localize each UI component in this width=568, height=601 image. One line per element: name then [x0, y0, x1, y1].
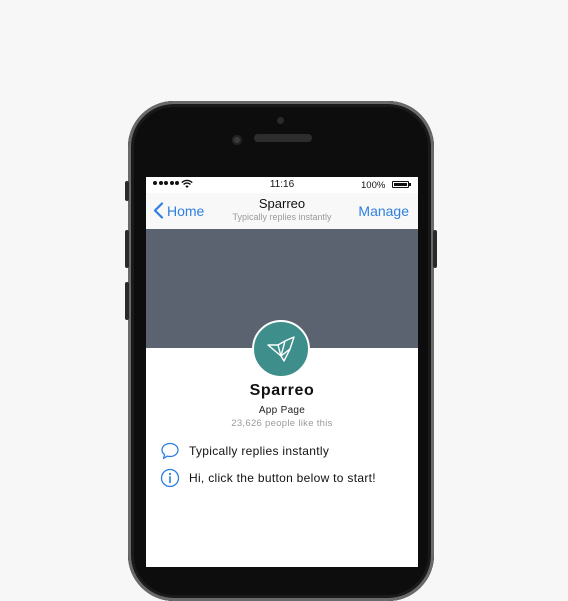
info-row-greeting: Hi, click the button below to start!	[160, 468, 376, 488]
page-type: App Page	[258, 405, 306, 416]
front-sensor	[277, 117, 284, 124]
front-camera	[232, 135, 242, 145]
navigation-bar: Home Sparreo Typically replies instantly…	[146, 193, 418, 230]
info-text: Hi, click the button below to start!	[189, 471, 376, 485]
volume-down-button	[125, 282, 129, 320]
battery-icon	[392, 181, 409, 188]
page-likes: 23,626 people like this	[231, 418, 333, 429]
power-button	[433, 230, 437, 268]
phone-screen: 11:16 100% Home Sparreo Typically replie…	[146, 177, 418, 567]
earpiece-speaker	[254, 134, 312, 142]
battery-tip	[409, 183, 411, 186]
status-bar: 11:16 100%	[146, 177, 418, 193]
volume-up-button	[125, 230, 129, 268]
mute-switch	[125, 181, 129, 201]
battery-percent: 100%	[361, 180, 386, 191]
info-text: Typically replies instantly	[189, 444, 330, 458]
page-name: Sparreo	[249, 382, 315, 399]
chat-bubble-icon	[161, 442, 179, 460]
info-icon	[160, 468, 180, 488]
avatar[interactable]	[252, 320, 310, 378]
origami-bird-logo-icon	[267, 336, 295, 362]
manage-button[interactable]: Manage	[358, 203, 409, 219]
info-row-response-time: Typically replies instantly	[160, 441, 329, 461]
